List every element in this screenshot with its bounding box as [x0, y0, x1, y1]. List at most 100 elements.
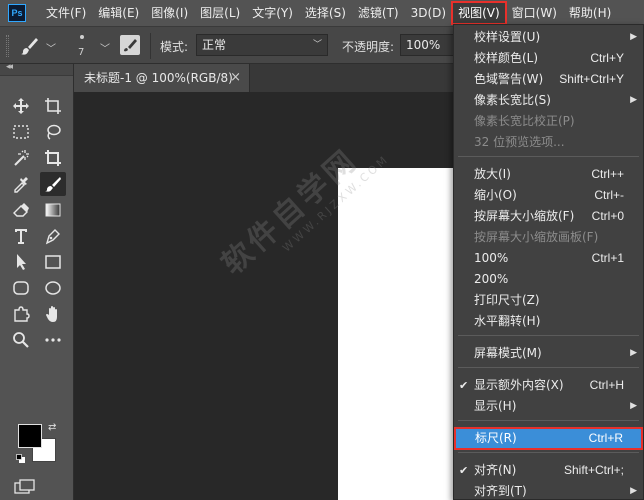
custom-shape-tool[interactable] [8, 302, 34, 326]
menu-layer[interactable]: 图层(L) [194, 2, 246, 24]
rectangular-marquee-icon [13, 125, 29, 139]
brush-size-value[interactable]: 7 [78, 47, 84, 58]
hand-tool[interactable] [40, 302, 66, 326]
brush-tool[interactable] [40, 172, 66, 196]
view-menu-item[interactable]: 屏幕模式(M) ▶ [454, 343, 643, 364]
gradient-icon [45, 203, 61, 217]
view-menu-item-label: 标尺(R) [475, 431, 517, 445]
options-bar-grip[interactable] [6, 35, 9, 57]
view-menu-item[interactable]: 像素长宽比(S) ▶ [454, 90, 643, 111]
eyedropper-tool[interactable] [8, 172, 34, 196]
view-menu-item-label: 32 位预览选项... [474, 135, 565, 149]
view-menu-item[interactable]: 32 位预览选项... [454, 132, 643, 153]
mode-select[interactable]: 正常 ﹀ [196, 34, 328, 56]
move-tool[interactable] [8, 94, 34, 118]
view-menu-item-shortcut: Ctrl+R [588, 431, 623, 445]
submenu-arrow-icon: ▶ [630, 32, 637, 42]
swap-colors-icon[interactable]: ⇄ [48, 422, 56, 433]
menu-3d[interactable]: 3D(D) [405, 2, 452, 24]
view-menu-item[interactable]: 校样颜色(L) Ctrl+Y [454, 48, 643, 69]
view-menu-item[interactable]: 100% Ctrl+1 [454, 248, 643, 269]
view-menu-item-label: 色域警告(W) [474, 72, 544, 86]
view-menu-dropdown: 校样设置(U) ▶ 校样颜色(L) Ctrl+Y 色域警告(W) Shift+Ctrl+Y… [453, 24, 644, 500]
view-menu-item-label: 显示额外内容(X) [474, 378, 564, 392]
view-menu-item[interactable]: 缩小(O) Ctrl+- [454, 185, 643, 206]
pen-tool[interactable] [40, 224, 66, 248]
menu-filter[interactable]: 滤镜(T) [352, 2, 405, 24]
view-menu-item[interactable]: 放大(I) Ctrl++ [454, 164, 643, 185]
artboard-tool[interactable] [40, 94, 66, 118]
eraser-tool[interactable] [8, 198, 34, 222]
rectangle-tool[interactable] [40, 250, 66, 274]
tools-panel-header[interactable]: ◂◂ [0, 62, 73, 76]
view-menu-item[interactable]: 打印尺寸(Z) [454, 290, 643, 311]
view-menu-item[interactable]: ✔ 对齐(N) Shift+Ctrl+; [454, 460, 643, 481]
magnifier-icon [13, 332, 29, 348]
marquee-tool[interactable] [8, 120, 34, 144]
crop-icon [45, 150, 61, 166]
menu-image[interactable]: 图像(I) [145, 2, 194, 24]
menu-file[interactable]: 文件(F) [40, 2, 92, 24]
view-menu-item-shortcut: Ctrl++ [591, 167, 624, 181]
type-tool[interactable] [8, 224, 34, 248]
view-menu-item[interactable]: 色域警告(W) Shift+Ctrl+Y [454, 69, 643, 90]
brush-tool-preset-icon[interactable] [18, 35, 40, 57]
menubar: Ps 文件(F) 编辑(E) 图像(I) 图层(L) 文字(Y) 选择(S) 滤… [0, 0, 644, 26]
path-selection-tool[interactable] [8, 250, 34, 274]
collapse-panel-icon[interactable]: ◂◂ [6, 62, 13, 72]
close-icon[interactable]: × [230, 64, 241, 92]
crop-tool[interactable] [40, 146, 66, 170]
menu-window[interactable]: 窗口(W) [506, 2, 563, 24]
photoshop-logo-icon: Ps [8, 4, 26, 22]
lasso-tool[interactable] [40, 120, 66, 144]
view-menu-item-label: 100% [474, 251, 509, 265]
brush-size-chevron-icon[interactable]: ﹀ [100, 40, 110, 55]
menu-view[interactable]: 视图(V) [451, 1, 507, 25]
menu-edit[interactable]: 编辑(E) [92, 2, 145, 24]
view-menu-item[interactable]: 显示(H) ▶ [454, 396, 643, 417]
view-menu-item-label: 显示(H) [474, 399, 517, 413]
view-menu-item-label: 按屏幕大小缩放画板(F) [474, 230, 599, 244]
gradient-tool[interactable] [40, 198, 66, 222]
view-menu-item[interactable]: 水平翻转(H) [454, 311, 643, 332]
menu-help[interactable]: 帮助(H) [563, 2, 617, 24]
menu-type[interactable]: 文字(Y) [246, 2, 299, 24]
view-menu-item[interactable]: 200% [454, 269, 643, 290]
view-menu-item-label: 按屏幕大小缩放(F) [474, 209, 575, 223]
view-menu-item-label: 像素长宽比校正(P) [474, 114, 575, 128]
view-menu-item[interactable]: 标尺(R) Ctrl+R [454, 427, 643, 450]
magic-wand-tool[interactable] [8, 146, 34, 170]
view-menu-item[interactable]: 校样设置(U) ▶ [454, 27, 643, 48]
view-menu-item-label: 像素长宽比(S) [474, 93, 551, 107]
chevron-down-icon: ﹀ [312, 40, 322, 50]
submenu-arrow-icon: ▶ [630, 486, 637, 496]
view-menu-item[interactable]: 对齐到(T) ▶ [454, 481, 643, 500]
lasso-icon [47, 124, 61, 140]
document-tab-title: 未标题-1 @ 100%(RGB/8) [84, 71, 233, 85]
view-menu-item-label: 对齐(N) [474, 463, 517, 477]
opacity-input[interactable]: 100% [400, 34, 454, 56]
view-menu-item-label: 水平翻转(H) [474, 314, 541, 328]
brush-settings-panel-icon[interactable] [120, 35, 140, 55]
view-menu-item[interactable]: 按屏幕大小缩放画板(F) [454, 227, 643, 248]
document-tab[interactable]: 未标题-1 @ 100%(RGB/8) × [74, 64, 250, 92]
foreground-color-swatch[interactable] [18, 424, 42, 448]
edit-toolbar-button[interactable] [40, 328, 66, 352]
submenu-arrow-icon: ▶ [630, 401, 637, 411]
submenu-arrow-icon: ▶ [630, 348, 637, 358]
move-icon [13, 98, 29, 114]
quick-mask-icon[interactable] [14, 479, 36, 495]
default-colors-icon[interactable] [16, 454, 26, 464]
view-menu-item[interactable]: 像素长宽比校正(P) [454, 111, 643, 132]
view-menu-item[interactable]: ✔ 显示额外内容(X) Ctrl+H [454, 375, 643, 396]
brush-preset-chevron-icon[interactable]: ﹀ [46, 40, 56, 55]
view-menu-item-shortcut: Shift+Ctrl+Y [559, 72, 624, 86]
view-menu-item[interactable]: 按屏幕大小缩放(F) Ctrl+0 [454, 206, 643, 227]
view-menu-item-label: 对齐到(T) [474, 484, 527, 498]
zoom-tool[interactable] [8, 328, 34, 352]
menu-select[interactable]: 选择(S) [299, 2, 352, 24]
rounded-rectangle-tool[interactable] [8, 276, 34, 300]
ellipse-tool[interactable] [40, 276, 66, 300]
view-menu-item-label: 缩小(O) [474, 188, 517, 202]
opacity-value: 100% [406, 38, 441, 52]
